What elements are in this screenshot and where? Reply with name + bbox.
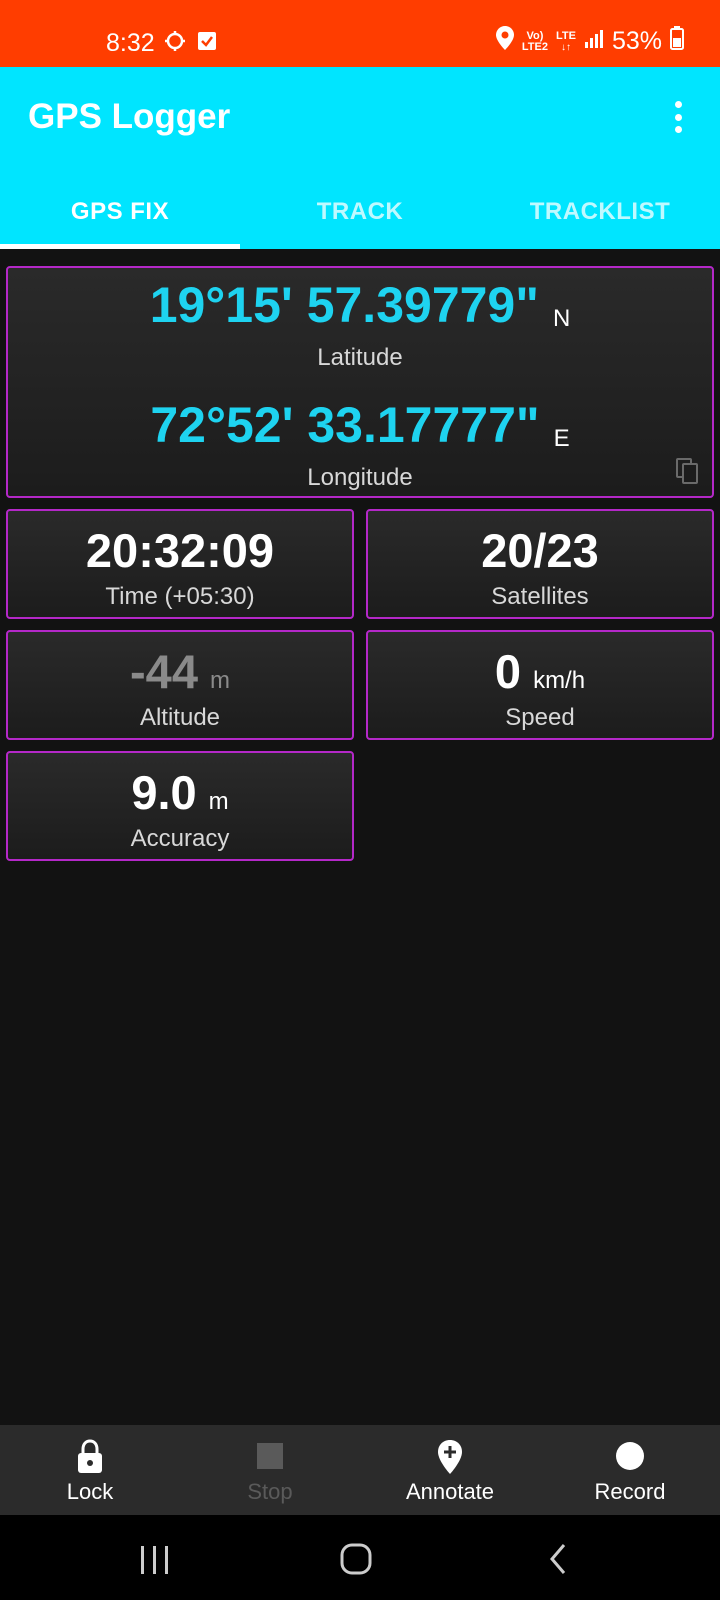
satellites-card: 20/23 Satellites xyxy=(366,509,714,619)
altitude-unit: m xyxy=(209,667,230,694)
tab-tracklist[interactable]: TRACKLIST xyxy=(480,187,720,249)
longitude-hemisphere: E xyxy=(553,425,570,452)
speed-unit: km/h xyxy=(533,667,586,694)
battery-percent: 53% xyxy=(611,27,662,55)
coordinates-card: 19°15' 57.39779" N Latitude 72°52' 33.177… xyxy=(6,266,714,498)
status-right-group: Vo) LTE2 LTE ↓↑ 53% xyxy=(495,26,684,57)
latitude-hemisphere: N xyxy=(552,305,571,332)
accuracy-label: Accuracy xyxy=(130,825,230,852)
altitude-number: -44 xyxy=(130,645,198,698)
action-bar: Lock Stop Annotate Record xyxy=(0,1425,720,1515)
lock-button[interactable]: Lock xyxy=(0,1425,180,1515)
data-arrows-icon: ↓↑ xyxy=(560,41,571,53)
stop-label: Stop xyxy=(247,1479,293,1504)
latitude-dms: 19°15' 57.39779" xyxy=(149,277,539,333)
network-indicator: Vo) LTE2 xyxy=(521,29,548,53)
app-title: GPS Logger xyxy=(28,97,231,136)
app-root: 8:32 Vo) LTE2 LTE ↓↑ 53% GPS Logger GPS … xyxy=(0,0,720,1600)
tab-gps-fix[interactable]: GPS FIX xyxy=(0,187,240,249)
lte-indicator: LTE ↓↑ xyxy=(555,29,576,53)
satellites-label: Satellites xyxy=(491,583,589,610)
satellites-value: 20/23 xyxy=(481,524,599,577)
task-check-icon xyxy=(198,30,216,55)
location-icon xyxy=(495,26,514,57)
time-card: 20:32:09 Time (+05:30) xyxy=(6,509,354,619)
accuracy-card: 9.0 m Accuracy xyxy=(6,751,354,861)
home-icon[interactable] xyxy=(340,1543,372,1580)
longitude-value: 72°52' 33.17777" E xyxy=(8,398,712,462)
accuracy-number: 9.0 xyxy=(131,766,197,819)
stop-icon xyxy=(257,1443,283,1474)
lock-label: Lock xyxy=(66,1479,114,1504)
record-button[interactable]: Record xyxy=(540,1425,720,1515)
stop-button[interactable]: Stop xyxy=(180,1425,360,1515)
status-time: 8:32 xyxy=(106,29,155,57)
overflow-menu-icon[interactable] xyxy=(672,101,684,133)
network-lte2-label: LTE2 xyxy=(521,40,548,53)
time-value: 20:32:09 xyxy=(85,524,275,577)
longitude-label: Longitude xyxy=(307,464,413,491)
time-label: Time (+05:30) xyxy=(105,583,255,610)
altitude-card: -44 m Altitude xyxy=(6,630,354,740)
record-label: Record xyxy=(594,1479,666,1504)
tab-bar: GPS FIX TRACK TRACKLIST xyxy=(0,187,720,249)
network-volte-label: Vo) xyxy=(526,29,544,42)
accuracy-unit: m xyxy=(208,788,229,815)
accuracy-value: 9.0 m xyxy=(8,767,352,828)
annotate-button[interactable]: Annotate xyxy=(360,1425,540,1515)
copy-icon[interactable] xyxy=(676,458,698,489)
record-icon xyxy=(615,1441,645,1476)
tab-track[interactable]: TRACK xyxy=(240,187,480,249)
speed-label: Speed xyxy=(505,704,575,731)
signal-icon xyxy=(584,27,604,56)
tab-indicator xyxy=(0,244,240,249)
back-icon[interactable] xyxy=(548,1543,568,1580)
latitude-label: Latitude xyxy=(317,344,403,371)
latitude-value: 19°15' 57.39779" N xyxy=(8,278,712,342)
altitude-value: -44 m xyxy=(8,646,352,707)
sync-icon xyxy=(164,30,186,57)
add-location-icon xyxy=(436,1439,464,1480)
recent-apps-icon[interactable] xyxy=(139,1545,171,1580)
battery-icon xyxy=(670,26,684,57)
speed-value: 0 km/h xyxy=(368,646,712,707)
annotate-label: Annotate xyxy=(405,1479,495,1504)
system-nav-bar xyxy=(0,1515,720,1600)
app-bar: GPS Logger GPS FIX TRACK TRACKLIST xyxy=(0,67,720,249)
lte-label: LTE xyxy=(555,29,576,42)
lock-icon xyxy=(76,1439,104,1480)
status-bar: 8:32 Vo) LTE2 LTE ↓↑ 53% xyxy=(0,0,720,67)
speed-number: 0 xyxy=(494,645,522,698)
longitude-dms: 72°52' 33.17777" xyxy=(150,397,540,453)
speed-card: 0 km/h Speed xyxy=(366,630,714,740)
altitude-label: Altitude xyxy=(139,704,221,731)
